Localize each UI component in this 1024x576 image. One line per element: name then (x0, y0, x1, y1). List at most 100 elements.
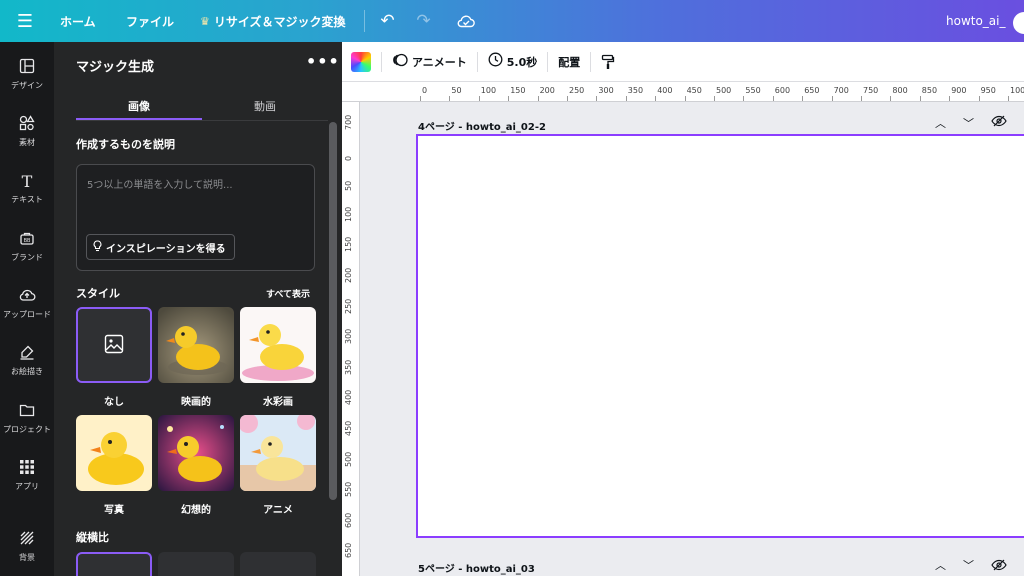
style-tile-anime[interactable] (240, 415, 316, 491)
resize-magic-switch-button[interactable]: ♛ リサイズ＆マジック変換 (200, 0, 346, 42)
style-tile-watercolor[interactable] (240, 307, 316, 383)
layout-icon (0, 58, 54, 78)
animate-icon (392, 52, 408, 72)
ruler-tick-label: 950 (980, 86, 996, 95)
paint-roller-icon[interactable] (601, 54, 615, 70)
design-title[interactable]: howto_ai_ (946, 0, 1006, 42)
page-5-title[interactable]: 5ページ - howto_ai_03 (418, 560, 535, 575)
home-button[interactable]: ホーム (60, 0, 116, 42)
style-label-fantasy: 幻想的 (181, 505, 211, 516)
rail-label: お絵描き (11, 367, 43, 376)
ruler-tick-label: 350 (627, 86, 644, 95)
chevron-down-icon[interactable]: ﹀ (963, 557, 974, 573)
rail-item-design[interactable]: デザイン (0, 58, 54, 91)
more-options-icon[interactable]: ••• (306, 52, 340, 71)
ruler-tick (625, 96, 627, 101)
chevron-up-icon[interactable]: ︿ (935, 557, 946, 573)
ratio-option-square[interactable] (76, 552, 152, 576)
ruler-tick-label: 350 (344, 359, 353, 375)
rail-item-brand[interactable]: BB ブランド (0, 230, 54, 263)
horizontal-ruler: 0 50 100 150 200 250 300 350 400 450 500 550 600 650 7… (418, 82, 1024, 102)
style-tile-fantasy[interactable] (158, 415, 234, 491)
show-all-link[interactable]: すべて表示 (266, 287, 310, 300)
scroll-thumb[interactable] (329, 122, 337, 500)
avatar[interactable] (1013, 12, 1024, 34)
background-icon (0, 530, 54, 550)
hide-page-icon[interactable] (991, 559, 1007, 574)
ruler-tick-label: 600 (344, 512, 353, 528)
rail-item-text[interactable]: T テキスト (0, 172, 54, 205)
color-picker-button[interactable] (351, 51, 371, 72)
duration-button[interactable]: 5.0秒 (488, 52, 537, 71)
elements-icon (0, 115, 54, 135)
redo-icon[interactable]: ↷ (409, 0, 439, 42)
animate-button[interactable]: アニメート (392, 52, 467, 72)
divider (363, 10, 365, 32)
inspiration-button[interactable]: インスピレーションを得る (86, 234, 235, 260)
ruler-tick (831, 96, 833, 101)
ruler-tick (919, 96, 921, 101)
ruler-tick (890, 96, 892, 101)
cloud-saved-icon[interactable] (453, 0, 479, 42)
ruler-tick (655, 96, 657, 101)
animate-label: アニメート (412, 55, 467, 69)
rail-item-upload[interactable]: アップロード (0, 287, 54, 320)
arrange-button[interactable]: 配置 (558, 54, 580, 70)
duck-fantasy-image (158, 415, 234, 491)
style-tile-cinematic[interactable] (158, 307, 234, 383)
panel-scrollbar[interactable] (328, 122, 338, 576)
undo-icon[interactable]: ↶ (373, 0, 403, 42)
ruler-tick (978, 96, 980, 101)
tab-video[interactable]: 動画 (202, 98, 328, 114)
ruler-tick-label: 550 (344, 481, 353, 498)
inspiration-label: インスピレーションを得る (106, 243, 226, 255)
rail-label: デザイン (11, 81, 43, 90)
rail-item-elements[interactable]: 素材 (0, 115, 54, 148)
rail-item-apps[interactable]: アプリ (0, 459, 54, 492)
ruler-tick (537, 96, 539, 101)
panel-title: マジック生成 (76, 60, 155, 75)
rail-item-projects[interactable]: プロジェクト (0, 402, 54, 435)
style-label-anime: アニメ (263, 505, 293, 516)
ruler-tick-label: 150 (344, 237, 353, 253)
description-label: 作成するものを説明 (76, 138, 175, 151)
rail-label: ブランド (11, 253, 43, 262)
hide-page-icon[interactable] (991, 115, 1007, 130)
divider (590, 51, 592, 72)
style-label: スタイル (76, 287, 120, 300)
ruler-tick-label: 100 (1010, 86, 1024, 95)
prompt-input[interactable]: 5つ以上の単語を入力して説明... インスピレーションを得る (76, 164, 315, 271)
style-label-watercolor: 水彩画 (263, 397, 293, 408)
file-menu[interactable]: ファイル (126, 0, 186, 42)
style-label-photo: 写真 (104, 505, 124, 516)
design-page-4[interactable] (416, 134, 1024, 538)
vertical-ruler: 700 0 50 100 150 200 250 300 350 400 450 500 550 600 6… (342, 102, 360, 576)
ruler-tick-label: 750 (863, 86, 879, 95)
divider (547, 51, 549, 72)
clock-icon (488, 52, 503, 71)
hamburger-icon[interactable]: ☰ (0, 0, 50, 42)
ratio-option-portrait[interactable] (240, 552, 316, 576)
chevron-down-icon[interactable]: ﹀ (963, 115, 974, 131)
ruler-tick-label: 0 (344, 155, 353, 161)
ruler-tick-label: 400 (344, 390, 353, 406)
text-icon: T (21, 172, 33, 191)
ratio-option-landscape[interactable] (158, 552, 234, 576)
apps-icon (0, 459, 54, 479)
page-4-title[interactable]: 4ページ - howto_ai_02-2 (418, 118, 546, 133)
magic-generate-panel: マジック生成 ••• 画像 動画 作成するものを説明 5つ以上の単語を入力して説… (54, 42, 342, 576)
top-bar: ☰ ホーム ファイル ♛ リサイズ＆マジック変換 ↶ ↷ howto_ai_ (0, 0, 1024, 42)
ruler-tick-label: 150 (510, 86, 526, 95)
ruler-tick (1008, 96, 1009, 101)
ruler-tick-label: 900 (951, 86, 967, 95)
rail-label: 背景 (19, 553, 35, 562)
ruler-tick-label: 300 (344, 328, 353, 345)
tab-image[interactable]: 画像 (76, 98, 202, 114)
style-tile-none[interactable] (76, 307, 152, 383)
style-tile-photo[interactable] (76, 415, 152, 491)
chevron-up-icon[interactable]: ︿ (935, 115, 946, 131)
ruler-tick-label: 300 (598, 86, 614, 95)
rail-item-draw[interactable]: お絵描き (0, 344, 54, 377)
ruler-tick-label: 400 (657, 86, 673, 95)
rail-item-background[interactable]: 背景 (0, 530, 54, 563)
